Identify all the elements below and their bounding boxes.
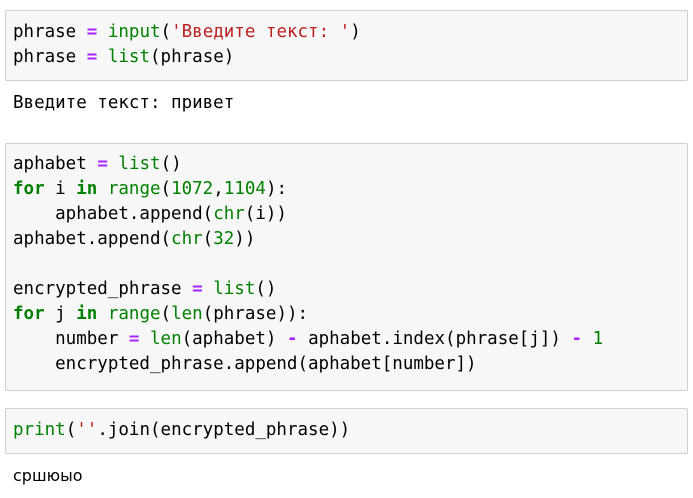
code-token: len bbox=[150, 329, 182, 349]
code-token: phrase bbox=[13, 22, 77, 42]
code-token: = bbox=[86, 47, 98, 67]
code-editor-3[interactable]: print(''.join(encrypted_phrase)) bbox=[6, 409, 687, 443]
code-token: j bbox=[44, 304, 77, 324]
code-cell-3[interactable]: print(''.join(encrypted_phrase)) bbox=[5, 408, 688, 454]
cell-output-3: сршюыо bbox=[13, 466, 83, 485]
code-token: range bbox=[107, 304, 161, 324]
code-editor-1[interactable]: phrase = input('Введите текст: ') phrase… bbox=[6, 11, 687, 70]
code-token: in bbox=[76, 304, 98, 324]
code-token: () bbox=[160, 154, 182, 174]
code-editor-2[interactable]: aphabet = list() for i in range(1072,110… bbox=[6, 144, 687, 377]
code-token: 1072 bbox=[171, 179, 214, 199]
code-token: in bbox=[76, 179, 98, 199]
code-cell-1[interactable]: phrase = input('Введите текст: ') phrase… bbox=[5, 10, 688, 81]
code-token: phrase bbox=[13, 47, 77, 67]
code-token: 1104 bbox=[223, 179, 266, 199]
code-token: for bbox=[13, 179, 45, 199]
code-token: list bbox=[118, 154, 161, 174]
code-token: i bbox=[44, 179, 77, 199]
code-token: '' bbox=[76, 420, 98, 440]
code-token: list bbox=[107, 47, 151, 67]
code-token: - bbox=[286, 329, 298, 349]
code-token: len bbox=[171, 304, 203, 324]
code-token: ( bbox=[160, 304, 172, 324]
code-token: aphabet.append( bbox=[13, 229, 172, 249]
code-token: chr bbox=[213, 204, 245, 224]
code-token: encrypted_phrase bbox=[13, 279, 182, 299]
code-token: aphabet.index(phrase[j]) bbox=[297, 329, 561, 349]
code-token: input bbox=[107, 22, 161, 42]
code-token: ) bbox=[350, 22, 361, 42]
code-token: chr bbox=[171, 229, 203, 249]
code-token: .join(encrypted_phrase)) bbox=[97, 420, 351, 440]
code-token: aphabet.append( bbox=[13, 204, 214, 224]
code-token: (phrase)): bbox=[202, 304, 309, 324]
code-token: = bbox=[97, 154, 108, 174]
code-token: () bbox=[255, 279, 277, 299]
code-token: ( bbox=[160, 179, 172, 199]
code-token: (phrase) bbox=[150, 47, 235, 67]
code-token: 'Введите текст: ' bbox=[171, 22, 351, 42]
cell-output-1: Введите текст: привет bbox=[13, 93, 235, 113]
code-token: (i)) bbox=[244, 204, 287, 224]
code-token: ( bbox=[160, 22, 172, 42]
code-token: for bbox=[13, 304, 45, 324]
code-token: = bbox=[128, 329, 140, 349]
code-token: )) bbox=[234, 229, 256, 249]
code-token: print bbox=[13, 420, 66, 440]
code-token: = bbox=[86, 22, 98, 42]
code-cell-2[interactable]: aphabet = list() for i in range(1072,110… bbox=[5, 143, 688, 391]
code-token: ( bbox=[202, 229, 214, 249]
code-token: 1 bbox=[592, 329, 604, 349]
code-token: aphabet bbox=[13, 154, 87, 174]
code-token: number bbox=[13, 329, 119, 349]
code-token: 32 bbox=[213, 229, 235, 249]
code-token: ): bbox=[265, 179, 288, 199]
code-token: range bbox=[107, 179, 161, 199]
code-token: ( bbox=[65, 420, 77, 440]
code-token: (aphabet) bbox=[181, 329, 277, 349]
code-token: list bbox=[213, 279, 256, 299]
code-token: = bbox=[192, 279, 203, 299]
code-token: encrypted_phrase.append(aphabet[number]) bbox=[13, 354, 477, 374]
code-token: , bbox=[213, 179, 224, 199]
code-token: - bbox=[571, 329, 583, 349]
